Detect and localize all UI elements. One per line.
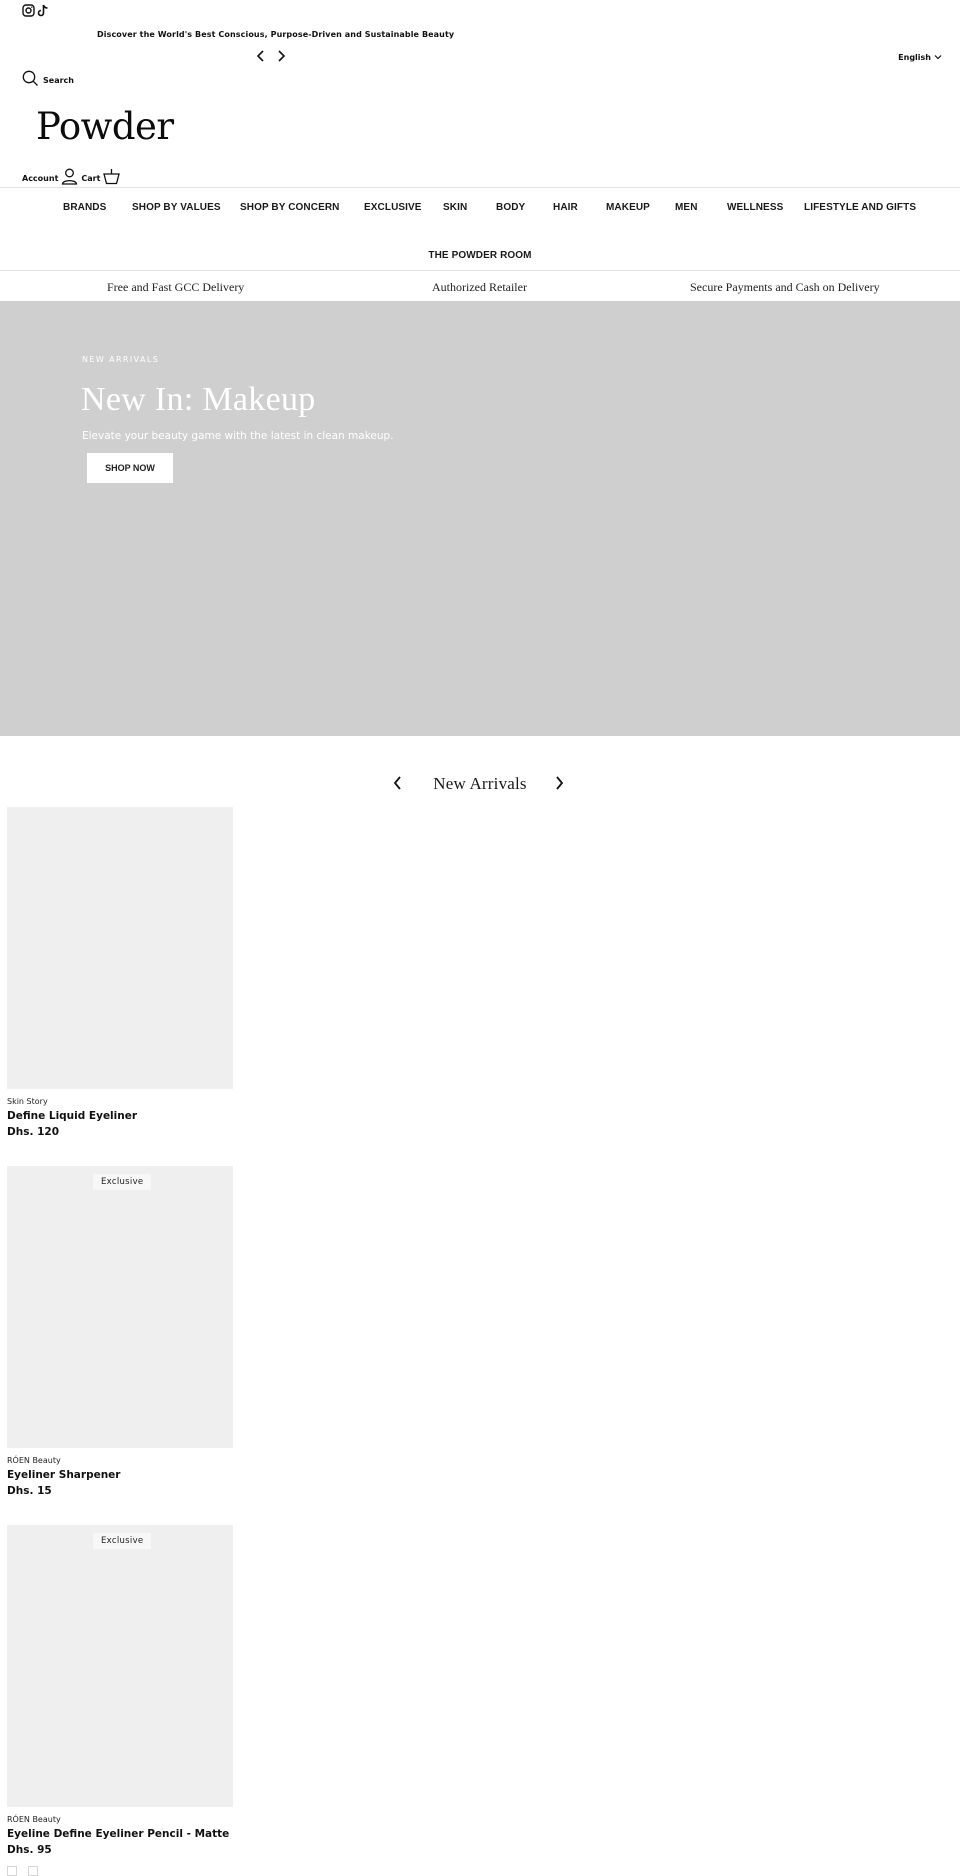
nav-item-shop-by-concern[interactable]: SHOP BY CONCERN <box>240 202 339 213</box>
product-image[interactable]: Exclusive <box>7 1166 233 1448</box>
product-image[interactable] <box>7 807 233 1089</box>
exclusive-badge: Exclusive <box>93 1174 152 1190</box>
product-card[interactable]: Exclusive RÓEN Beauty Eyeline Define Eye… <box>7 1525 233 1876</box>
exclusive-badge: Exclusive <box>93 1533 152 1549</box>
search-label: Search <box>43 76 74 85</box>
usp-authorized: Authorized Retailer <box>432 280 527 294</box>
product-card[interactable]: Exclusive RÓEN Beauty Eyeliner Sharpener… <box>7 1166 233 1497</box>
search-button[interactable]: Search <box>22 70 74 91</box>
announcement-text: Discover the World's Best Conscious, Pur… <box>97 30 455 39</box>
nav-item-makeup[interactable]: MAKEUP <box>606 202 650 213</box>
nav-item-shop-by-values[interactable]: SHOP BY VALUES <box>132 202 221 213</box>
hero-subtitle: Elevate your beauty game with the latest… <box>82 430 394 442</box>
basket-icon[interactable] <box>103 168 121 189</box>
chevron-down-icon <box>934 53 942 62</box>
nav-item-men[interactable]: MEN <box>675 202 698 213</box>
product-name[interactable]: Eyeliner Sharpener <box>7 1469 233 1481</box>
instagram-icon[interactable] <box>22 4 35 17</box>
nav-item-exclusive[interactable]: EXCLUSIVE <box>364 202 422 213</box>
nav-item-hair[interactable]: HAIR <box>553 202 578 213</box>
search-icon <box>22 70 39 91</box>
product-brand: RÓEN Beauty <box>7 1815 61 1824</box>
usp-bar: Free and Fast GCC Delivery Authorized Re… <box>0 270 960 301</box>
product-name[interactable]: Define Liquid Eyeliner <box>7 1110 233 1122</box>
usp-delivery: Free and Fast GCC Delivery <box>107 280 245 294</box>
nav-item-skin[interactable]: SKIN <box>443 202 467 213</box>
product-card[interactable]: Skin Story Define Liquid Eyeliner Dhs. 1… <box>7 807 233 1138</box>
nav-item-wellness[interactable]: WELLNESS <box>727 202 783 213</box>
chevron-left-icon[interactable] <box>255 48 267 62</box>
nav-item-body[interactable]: BODY <box>496 202 525 213</box>
product-image[interactable]: Exclusive <box>7 1525 233 1807</box>
product-name[interactable]: Eyeline Define Eyeliner Pencil - Matte <box>7 1828 233 1840</box>
social-links <box>22 4 49 17</box>
nav-item-lifestyle-and-gifts[interactable]: LIFESTYLE AND GIFTS <box>804 202 916 213</box>
section-title: New Arrivals <box>433 774 527 793</box>
nav-item-brands[interactable]: BRANDS <box>63 202 106 213</box>
product-price: Dhs. 95 <box>7 1844 52 1856</box>
tiktok-icon[interactable] <box>37 4 49 17</box>
user-icon[interactable] <box>61 168 78 189</box>
new-arrivals-header: New Arrivals <box>0 770 960 796</box>
account-cart-bar: Account Cart <box>22 168 121 189</box>
hero-banner[interactable]: NEW ARRIVALS New In: Makeup Elevate your… <box>0 301 960 736</box>
shop-now-button[interactable]: SHOP NOW <box>87 453 173 483</box>
product-brand: RÓEN Beauty <box>7 1456 61 1465</box>
logo[interactable]: Powder <box>36 105 174 148</box>
product-brand: Skin Story <box>7 1097 48 1106</box>
main-nav: BRANDS SHOP BY VALUES SHOP BY CONCERN EX… <box>0 187 960 270</box>
hero-kicker: NEW ARRIVALS <box>82 355 160 364</box>
hero-title: New In: Makeup <box>81 381 316 418</box>
chevron-right-icon[interactable] <box>275 48 287 62</box>
product-price: Dhs. 15 <box>7 1485 52 1497</box>
product-price: Dhs. 120 <box>7 1126 60 1138</box>
language-label: English <box>898 53 931 62</box>
language-selector[interactable]: English <box>898 53 942 62</box>
cart-link[interactable]: Cart <box>81 174 100 183</box>
account-link[interactable]: Account <box>22 174 58 183</box>
announcement-nav <box>255 48 287 62</box>
chevron-right-icon[interactable] <box>553 775 565 795</box>
usp-payments: Secure Payments and Cash on Delivery <box>690 280 880 294</box>
nav-item-the-powder-room[interactable]: THE POWDER ROOM <box>428 250 531 261</box>
